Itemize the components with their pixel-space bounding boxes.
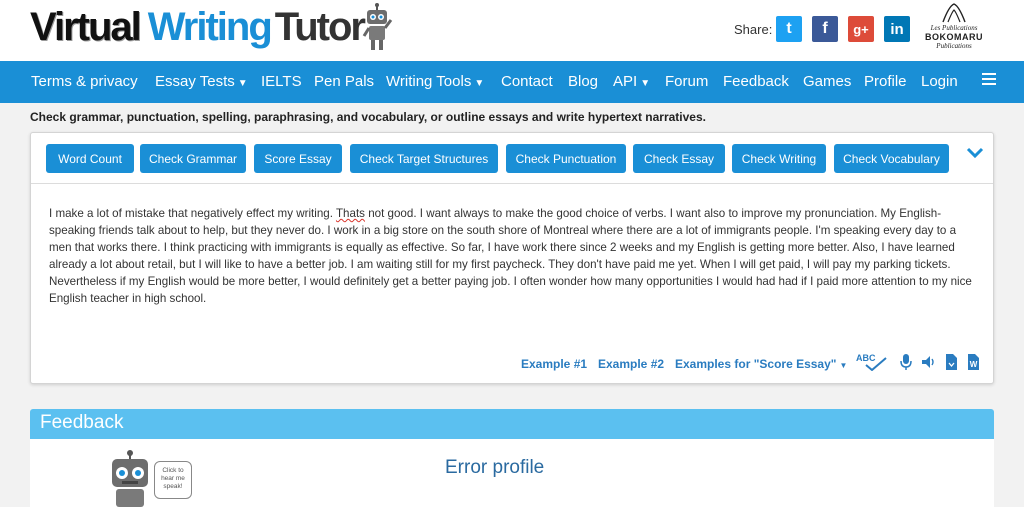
- word-doc-icon[interactable]: W: [965, 353, 981, 371]
- hamburger-icon[interactable]: [982, 73, 996, 87]
- main-navbar: Terms & privacy Essay Tests ▼ IELTS Pen P…: [0, 61, 1024, 103]
- nav-profile[interactable]: Profile: [864, 61, 907, 103]
- caret-down-icon: ▼: [640, 78, 651, 89]
- svg-text:W: W: [970, 360, 978, 369]
- microphone-icon[interactable]: [898, 353, 914, 371]
- caret-down-icon: ▼: [839, 361, 848, 370]
- nav-label: IELTS: [261, 73, 302, 90]
- site-header: Virtual Writing Tutor Share: t f g+ in L…: [0, 0, 1024, 61]
- publisher-name: BOKOMARU: [925, 32, 983, 42]
- check-punctuation-button[interactable]: Check Punctuation: [506, 144, 626, 173]
- feedback-title: Feedback: [40, 412, 124, 433]
- logo-word-virtual: Virtual: [30, 5, 142, 49]
- spellcheck-icon[interactable]: ABC: [856, 353, 888, 371]
- essay-text-rest: not good. I want always to make the good…: [49, 207, 972, 305]
- nav-essay-tests[interactable]: Essay Tests ▼: [155, 61, 248, 103]
- facebook-icon[interactable]: f: [812, 16, 838, 42]
- speaker-icon[interactable]: [920, 353, 936, 371]
- nav-label: Login: [921, 73, 958, 90]
- nav-label: Pen Pals: [314, 73, 375, 90]
- nav-label: Terms & privacy: [31, 73, 138, 90]
- nav-api[interactable]: API ▼: [613, 61, 650, 103]
- caret-down-icon: ▼: [237, 78, 248, 89]
- publisher-line-1: Les Publications: [930, 24, 978, 32]
- page-tagline: Check grammar, punctuation, spelling, pa…: [30, 110, 706, 124]
- logo-word-tutor: Tutor: [274, 5, 366, 49]
- essay-text-area[interactable]: I make a lot of mistake that negatively …: [49, 205, 979, 307]
- check-toolbar: Word Count Check Grammar Score Essay Che…: [31, 133, 993, 184]
- nav-label: Essay Tests: [155, 73, 235, 90]
- score-essay-examples-dropdown[interactable]: Examples for "Score Essay" ▼: [675, 357, 847, 371]
- google-plus-icon[interactable]: g+: [848, 16, 874, 42]
- nav-label: Profile: [864, 73, 907, 90]
- chevron-down-icon[interactable]: [965, 145, 985, 161]
- example-1-link[interactable]: Example #1: [521, 357, 587, 371]
- feedback-panel-body: Click to hear me speak! Error profile: [30, 439, 994, 507]
- essay-text-start: I make a lot of mistake that negatively …: [49, 207, 336, 220]
- check-essay-button[interactable]: Check Essay: [633, 144, 725, 173]
- word-count-button[interactable]: Word Count: [46, 144, 134, 173]
- share-label: Share:: [734, 22, 773, 37]
- check-writing-button[interactable]: Check Writing: [732, 144, 826, 173]
- twitter-icon[interactable]: t: [776, 16, 802, 42]
- nav-label: Blog: [568, 73, 599, 90]
- nav-label: Contact: [501, 73, 553, 90]
- logo-word-writing: Writing: [147, 5, 273, 49]
- nav-label: Games: [803, 73, 852, 90]
- caret-down-icon: ▼: [474, 78, 485, 89]
- robot-logo-icon: [362, 3, 393, 50]
- nav-writing-tools[interactable]: Writing Tools ▼: [386, 61, 484, 103]
- linkedin-icon[interactable]: in: [884, 16, 910, 42]
- check-grammar-button[interactable]: Check Grammar: [140, 144, 246, 173]
- nav-label: Feedback: [723, 73, 789, 90]
- example-2-link[interactable]: Example #2: [598, 357, 664, 371]
- publisher-emblem-icon: [942, 3, 966, 23]
- essay-editor: Word Count Check Grammar Score Essay Che…: [30, 132, 994, 384]
- nav-forum[interactable]: Forum: [665, 61, 708, 103]
- talking-robot-icon[interactable]: [100, 449, 160, 507]
- check-vocabulary-button[interactable]: Check Vocabulary: [834, 144, 949, 173]
- error-profile-heading: Error profile: [445, 457, 545, 478]
- nav-blog[interactable]: Blog: [568, 61, 598, 103]
- nav-pen-pals[interactable]: Pen Pals: [314, 61, 374, 103]
- feedback-panel-header: Feedback: [30, 409, 994, 439]
- nav-games[interactable]: Games: [803, 61, 851, 103]
- check-target-structures-button[interactable]: Check Target Structures: [350, 144, 498, 173]
- spelling-error-word[interactable]: Thats: [336, 207, 365, 220]
- nav-label: API: [613, 73, 638, 90]
- nav-label: Writing Tools: [386, 73, 472, 90]
- nav-feedback[interactable]: Feedback: [723, 61, 789, 103]
- publisher-logo[interactable]: Les Publications BOKOMARU Publications: [922, 2, 986, 58]
- speech-bubble[interactable]: Click to hear me speak!: [154, 461, 192, 499]
- score-essay-button[interactable]: Score Essay: [254, 144, 342, 173]
- publisher-line-3: Publications: [936, 42, 972, 50]
- nav-login[interactable]: Login: [921, 61, 958, 103]
- nav-ielts[interactable]: IELTS: [261, 61, 302, 103]
- examples-dropdown-label: Examples for "Score Essay": [675, 357, 837, 371]
- nav-contact[interactable]: Contact: [501, 61, 553, 103]
- download-doc-icon[interactable]: [943, 353, 959, 371]
- nav-label: Forum: [665, 73, 709, 90]
- site-logo[interactable]: Virtual Writing Tutor: [30, 2, 366, 52]
- nav-terms-privacy[interactable]: Terms & privacy: [31, 61, 138, 103]
